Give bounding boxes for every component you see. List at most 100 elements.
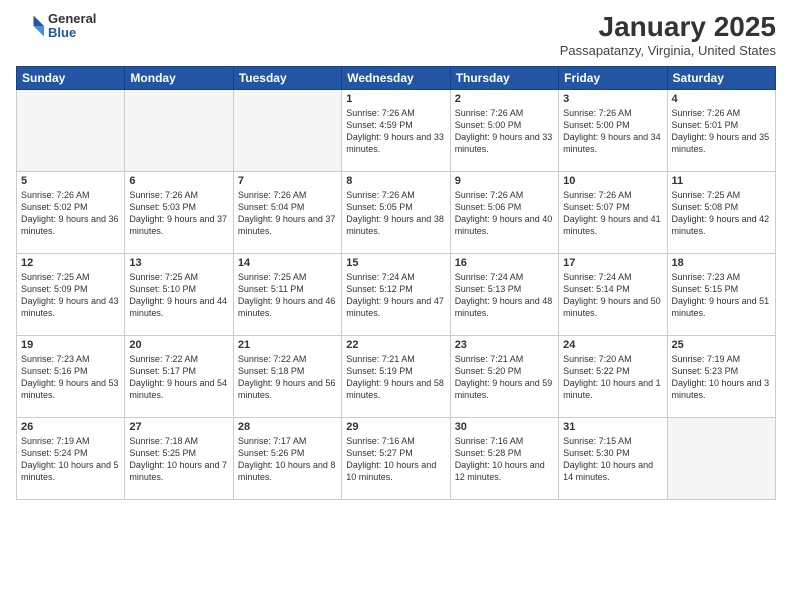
calendar-cell: 16 Sunrise: 7:24 AM Sunset: 5:13 PM Dayli… — [450, 253, 558, 335]
title-block: January 2025 Passapatanzy, Virginia, Uni… — [560, 12, 776, 58]
calendar-cell: 14Sunrise: 7:25 AM Sunset: 5:11 PM Dayli… — [233, 253, 341, 335]
calendar-cell: 24Sunrise: 7:20 AM Sunset: 5:22 PM Dayli… — [559, 335, 667, 417]
calendar-cell: 15 Sunrise: 7:24 AM Sunset: 5:12 PM Dayli… — [342, 253, 450, 335]
day-number: 26 — [21, 421, 120, 433]
calendar-week-2: 12Sunrise: 7:25 AM Sunset: 5:09 PM Dayli… — [17, 253, 776, 335]
day-number: 13 — [129, 257, 228, 269]
day-number: 24 — [563, 339, 662, 351]
calendar-cell: 19 Sunrise: 7:23 AM Sunset: 5:16 PM Dayli… — [17, 335, 125, 417]
day-info: Sunrise: 7:22 AM Sunset: 5:17 PM Dayligh… — [129, 353, 228, 402]
day-number: 30 — [455, 421, 554, 433]
calendar-cell: 6 Sunrise: 7:26 AM Sunset: 5:03 PM Daylig… — [125, 171, 233, 253]
day-number: 5 — [21, 175, 120, 187]
calendar-cell: 30 Sunrise: 7:16 AM Sunset: 5:28 PM Dayli… — [450, 417, 558, 499]
calendar-cell: 28 Sunrise: 7:17 AM Sunset: 5:26 PM Dayli… — [233, 417, 341, 499]
calendar-cell: 1 Sunrise: 7:26 AM Sunset: 4:59 PM Daylig… — [342, 89, 450, 171]
logo-text: General Blue — [48, 12, 96, 41]
day-number: 21 — [238, 339, 337, 351]
day-info: Sunrise: 7:26 AM Sunset: 5:04 PM Dayligh… — [238, 189, 337, 238]
header: General Blue January 2025 Passapatanzy, … — [16, 12, 776, 58]
calendar-cell: 4Sunrise: 7:26 AM Sunset: 5:01 PM Daylig… — [667, 89, 775, 171]
calendar-cell: 27 Sunrise: 7:18 AM Sunset: 5:25 PM Dayli… — [125, 417, 233, 499]
day-number: 14 — [238, 257, 337, 269]
day-number: 10 — [563, 175, 662, 187]
day-info: Sunrise: 7:19 AM Sunset: 5:24 PM Dayligh… — [21, 435, 120, 484]
calendar-cell: 2 Sunrise: 7:26 AM Sunset: 5:00 PM Daylig… — [450, 89, 558, 171]
col-header-wednesday: Wednesday — [342, 66, 450, 89]
calendar-week-0: 1 Sunrise: 7:26 AM Sunset: 4:59 PM Daylig… — [17, 89, 776, 171]
subtitle: Passapatanzy, Virginia, United States — [560, 43, 776, 58]
day-number: 19 — [21, 339, 120, 351]
day-info: Sunrise: 7:16 AM Sunset: 5:28 PM Dayligh… — [455, 435, 554, 484]
calendar-cell: 21 Sunrise: 7:22 AM Sunset: 5:18 PM Dayli… — [233, 335, 341, 417]
col-header-sunday: Sunday — [17, 66, 125, 89]
calendar-cell: 31Sunrise: 7:15 AM Sunset: 5:30 PM Dayli… — [559, 417, 667, 499]
logo-blue: Blue — [48, 26, 96, 40]
day-info: Sunrise: 7:26 AM Sunset: 5:06 PM Dayligh… — [455, 189, 554, 238]
calendar-cell: 25Sunrise: 7:19 AM Sunset: 5:23 PM Dayli… — [667, 335, 775, 417]
day-info: Sunrise: 7:26 AM Sunset: 5:00 PM Dayligh… — [455, 107, 554, 156]
calendar-cell — [17, 89, 125, 171]
calendar-cell: 9 Sunrise: 7:26 AM Sunset: 5:06 PM Daylig… — [450, 171, 558, 253]
month-title: January 2025 — [560, 12, 776, 43]
page: General Blue January 2025 Passapatanzy, … — [0, 0, 792, 612]
day-number: 1 — [346, 93, 445, 105]
calendar-cell — [233, 89, 341, 171]
calendar-cell: 5 Sunrise: 7:26 AM Sunset: 5:02 PM Daylig… — [17, 171, 125, 253]
day-number: 12 — [21, 257, 120, 269]
day-number: 2 — [455, 93, 554, 105]
calendar-cell — [667, 417, 775, 499]
logo-icon — [16, 12, 44, 40]
day-number: 7 — [238, 175, 337, 187]
calendar-header-row: SundayMondayTuesdayWednesdayThursdayFrid… — [17, 66, 776, 89]
day-number: 29 — [346, 421, 445, 433]
calendar-cell: 22Sunrise: 7:21 AM Sunset: 5:19 PM Dayli… — [342, 335, 450, 417]
day-number: 20 — [129, 339, 228, 351]
calendar-cell — [125, 89, 233, 171]
calendar-cell: 11 Sunrise: 7:25 AM Sunset: 5:08 PM Dayli… — [667, 171, 775, 253]
calendar-cell: 7 Sunrise: 7:26 AM Sunset: 5:04 PM Daylig… — [233, 171, 341, 253]
calendar-cell: 10 Sunrise: 7:26 AM Sunset: 5:07 PM Dayli… — [559, 171, 667, 253]
day-info: Sunrise: 7:25 AM Sunset: 5:08 PM Dayligh… — [672, 189, 771, 238]
day-number: 23 — [455, 339, 554, 351]
day-info: Sunrise: 7:25 AM Sunset: 5:10 PM Dayligh… — [129, 271, 228, 320]
day-info: Sunrise: 7:19 AM Sunset: 5:23 PM Dayligh… — [672, 353, 771, 402]
day-number: 16 — [455, 257, 554, 269]
col-header-thursday: Thursday — [450, 66, 558, 89]
day-info: Sunrise: 7:18 AM Sunset: 5:25 PM Dayligh… — [129, 435, 228, 484]
calendar-table: SundayMondayTuesdayWednesdayThursdayFrid… — [16, 66, 776, 500]
col-header-friday: Friday — [559, 66, 667, 89]
calendar-cell: 17 Sunrise: 7:24 AM Sunset: 5:14 PM Dayli… — [559, 253, 667, 335]
day-number: 28 — [238, 421, 337, 433]
day-info: Sunrise: 7:26 AM Sunset: 4:59 PM Dayligh… — [346, 107, 445, 156]
day-info: Sunrise: 7:15 AM Sunset: 5:30 PM Dayligh… — [563, 435, 662, 484]
calendar-cell: 26 Sunrise: 7:19 AM Sunset: 5:24 PM Dayli… — [17, 417, 125, 499]
day-number: 27 — [129, 421, 228, 433]
day-info: Sunrise: 7:24 AM Sunset: 5:12 PM Dayligh… — [346, 271, 445, 320]
day-info: Sunrise: 7:22 AM Sunset: 5:18 PM Dayligh… — [238, 353, 337, 402]
calendar-cell: 12Sunrise: 7:25 AM Sunset: 5:09 PM Dayli… — [17, 253, 125, 335]
day-info: Sunrise: 7:23 AM Sunset: 5:16 PM Dayligh… — [21, 353, 120, 402]
day-info: Sunrise: 7:24 AM Sunset: 5:14 PM Dayligh… — [563, 271, 662, 320]
day-info: Sunrise: 7:21 AM Sunset: 5:20 PM Dayligh… — [455, 353, 554, 402]
col-header-saturday: Saturday — [667, 66, 775, 89]
calendar-week-1: 5 Sunrise: 7:26 AM Sunset: 5:02 PM Daylig… — [17, 171, 776, 253]
day-info: Sunrise: 7:26 AM Sunset: 5:03 PM Dayligh… — [129, 189, 228, 238]
day-info: Sunrise: 7:23 AM Sunset: 5:15 PM Dayligh… — [672, 271, 771, 320]
day-number: 18 — [672, 257, 771, 269]
calendar-cell: 13 Sunrise: 7:25 AM Sunset: 5:10 PM Dayli… — [125, 253, 233, 335]
calendar-cell: 8Sunrise: 7:26 AM Sunset: 5:05 PM Daylig… — [342, 171, 450, 253]
calendar-week-4: 26 Sunrise: 7:19 AM Sunset: 5:24 PM Dayli… — [17, 417, 776, 499]
day-info: Sunrise: 7:26 AM Sunset: 5:02 PM Dayligh… — [21, 189, 120, 238]
calendar-cell: 20 Sunrise: 7:22 AM Sunset: 5:17 PM Dayli… — [125, 335, 233, 417]
day-info: Sunrise: 7:21 AM Sunset: 5:19 PM Dayligh… — [346, 353, 445, 402]
day-number: 9 — [455, 175, 554, 187]
day-number: 6 — [129, 175, 228, 187]
day-info: Sunrise: 7:26 AM Sunset: 5:07 PM Dayligh… — [563, 189, 662, 238]
calendar-week-3: 19 Sunrise: 7:23 AM Sunset: 5:16 PM Dayli… — [17, 335, 776, 417]
day-number: 11 — [672, 175, 771, 187]
day-number: 15 — [346, 257, 445, 269]
day-number: 17 — [563, 257, 662, 269]
day-info: Sunrise: 7:24 AM Sunset: 5:13 PM Dayligh… — [455, 271, 554, 320]
day-info: Sunrise: 7:17 AM Sunset: 5:26 PM Dayligh… — [238, 435, 337, 484]
